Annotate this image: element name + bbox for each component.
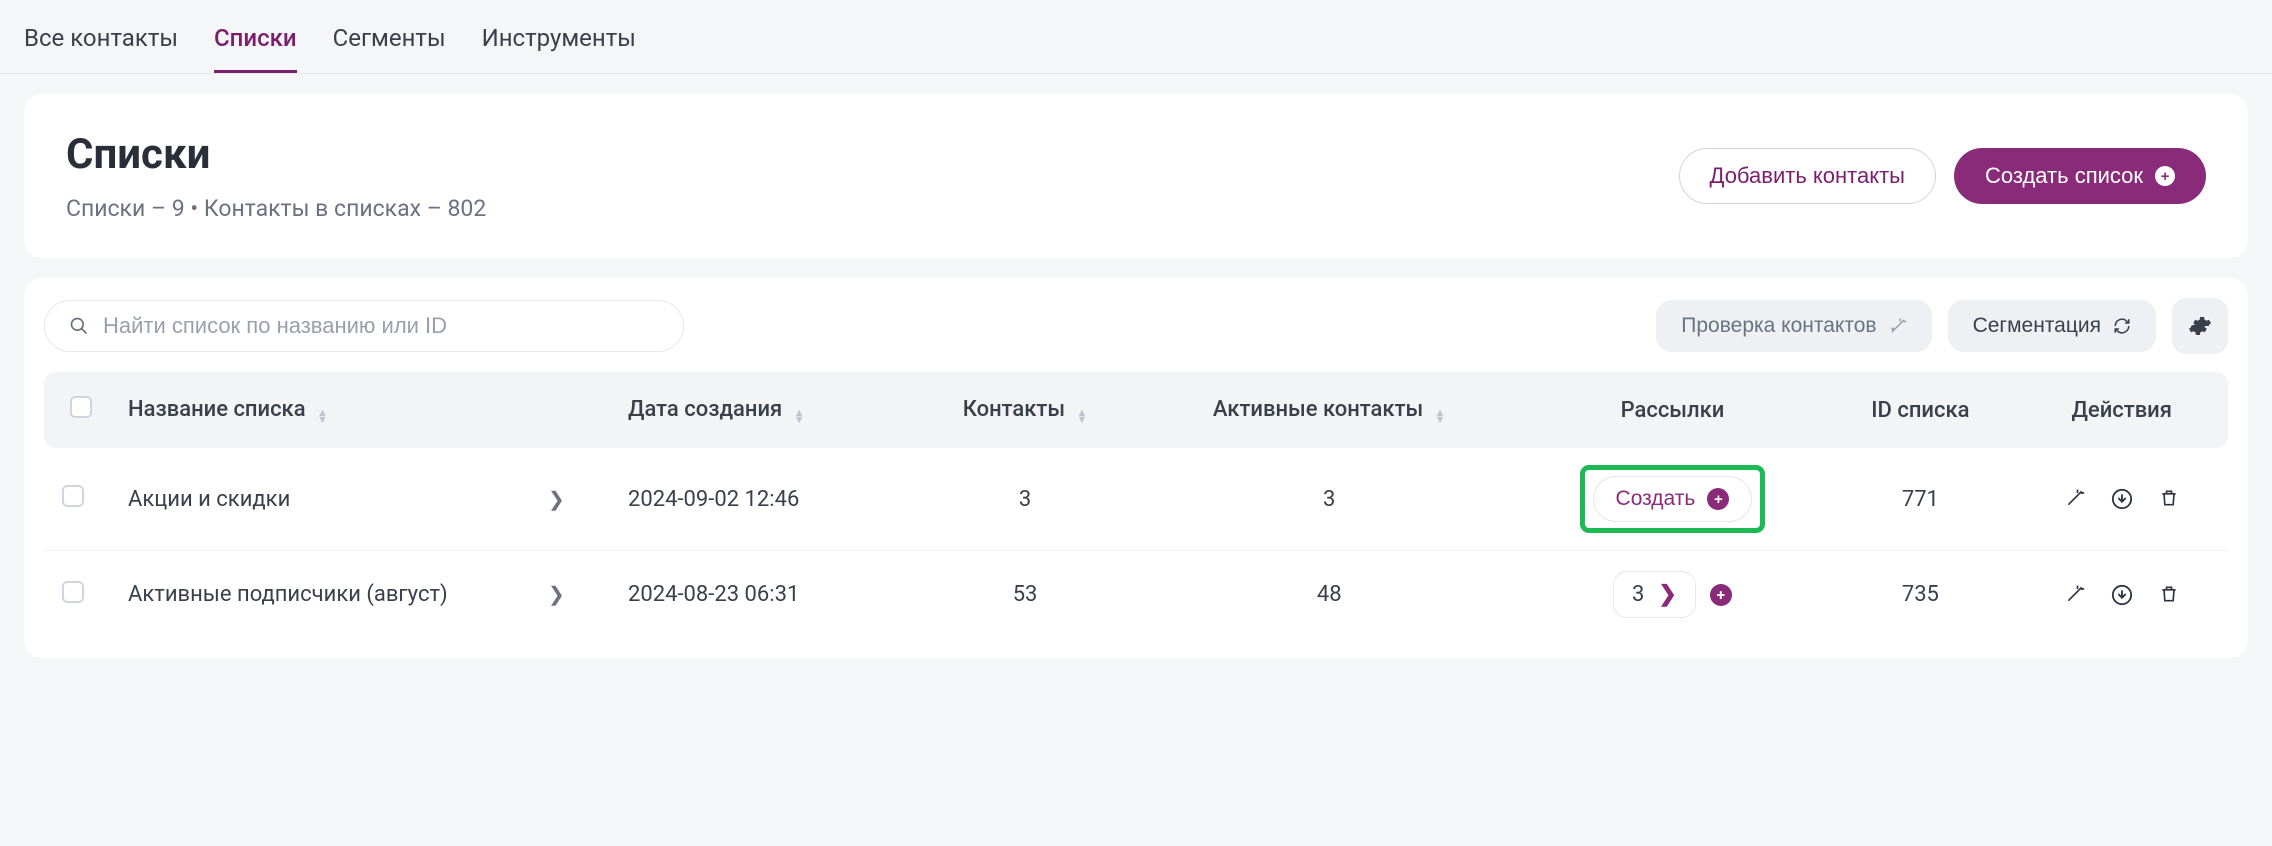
magic-wand-icon[interactable] (2065, 584, 2085, 606)
sort-icon: ▲▼ (1077, 409, 1088, 423)
row-name[interactable]: Акции и скидки (128, 487, 290, 512)
add-mailing-button[interactable]: + (1710, 584, 1732, 606)
col-contacts[interactable]: Контакты (963, 397, 1065, 422)
verify-contacts-button[interactable]: Проверка контактов (1656, 300, 1931, 352)
tab-tools[interactable]: Инструменты (482, 24, 636, 73)
chevron-right-icon: ❯ (1658, 582, 1676, 607)
magic-wand-icon[interactable] (2065, 488, 2085, 510)
create-list-label: Создать список (1985, 163, 2143, 189)
sort-icon: ▲▼ (1435, 409, 1446, 423)
select-all-checkbox[interactable] (70, 396, 92, 418)
trash-icon[interactable] (2159, 488, 2179, 510)
row-date: 2024-08-23 06:31 (628, 582, 799, 607)
toolbar: Проверка контактов Сегментация (44, 298, 2228, 372)
verify-contacts-label: Проверка контактов (1681, 314, 1876, 338)
col-actions: Действия (2071, 398, 2172, 423)
col-name[interactable]: Название списка (128, 397, 306, 422)
tab-lists[interactable]: Списки (214, 24, 297, 73)
row-id: 735 (1902, 582, 1939, 607)
sort-icon: ▲▼ (794, 409, 805, 423)
refresh-icon (2113, 317, 2131, 335)
content-panel: Проверка контактов Сегментация (24, 278, 2248, 658)
nav-tabs: Все контакты Списки Сегменты Инструменты (0, 0, 2272, 74)
row-checkbox[interactable] (62, 581, 84, 603)
row-name[interactable]: Активные подписчики (август) (128, 582, 448, 607)
sort-icon: ▲▼ (317, 409, 328, 423)
table-row: Активные подписчики (август) ❯ 2024-08-2… (44, 551, 2228, 639)
row-active: 48 (1317, 582, 1342, 607)
col-id[interactable]: ID списка (1871, 398, 1969, 423)
plus-icon: + (2155, 166, 2175, 186)
wand-icon (1889, 317, 1907, 335)
download-icon[interactable] (2111, 584, 2133, 606)
download-icon[interactable] (2111, 488, 2133, 510)
create-mailing-button[interactable]: Создать + (1593, 476, 1753, 522)
col-active[interactable]: Активные контакты (1213, 397, 1423, 422)
mailings-count-button[interactable]: 3 ❯ (1613, 571, 1696, 618)
settings-button[interactable] (2172, 298, 2228, 354)
segmentation-label: Сегментация (1973, 314, 2101, 338)
trash-icon[interactable] (2159, 584, 2179, 606)
row-checkbox[interactable] (62, 485, 84, 507)
add-contacts-label: Добавить контакты (1710, 163, 1905, 189)
add-contacts-button[interactable]: Добавить контакты (1679, 148, 1936, 204)
page-header: Списки Списки – 9 • Контакты в списках –… (24, 94, 2248, 258)
chevron-right-icon[interactable]: ❯ (548, 582, 565, 606)
chevron-right-icon[interactable]: ❯ (548, 487, 565, 511)
create-mailing-label: Создать (1616, 487, 1696, 511)
mailings-count: 3 (1632, 582, 1644, 607)
search-input[interactable] (103, 313, 659, 339)
plus-icon: + (1707, 488, 1729, 510)
search-field[interactable] (44, 300, 684, 352)
create-list-button[interactable]: Создать список + (1954, 148, 2206, 204)
page-subtitle: Списки – 9 • Контакты в списках – 802 (66, 195, 486, 222)
row-contacts: 53 (1013, 582, 1038, 607)
gear-icon (2188, 314, 2212, 338)
lists-table: Название списка ▲▼ Дата создания ▲▼ Конт… (44, 372, 2228, 638)
col-date[interactable]: Дата создания (628, 397, 782, 422)
row-contacts: 3 (1019, 487, 1031, 512)
row-id: 771 (1902, 487, 1939, 512)
search-icon (69, 316, 89, 336)
row-active: 3 (1323, 487, 1335, 512)
tab-all-contacts[interactable]: Все контакты (24, 24, 178, 73)
tab-segments[interactable]: Сегменты (333, 24, 446, 73)
row-date: 2024-09-02 12:46 (628, 487, 799, 512)
table-row: Акции и скидки ❯ 2024-09-02 12:46 3 3 Со… (44, 448, 2228, 551)
page-title: Списки (66, 130, 486, 179)
segmentation-button[interactable]: Сегментация (1948, 300, 2156, 352)
col-mailings[interactable]: Рассылки (1621, 398, 1725, 423)
